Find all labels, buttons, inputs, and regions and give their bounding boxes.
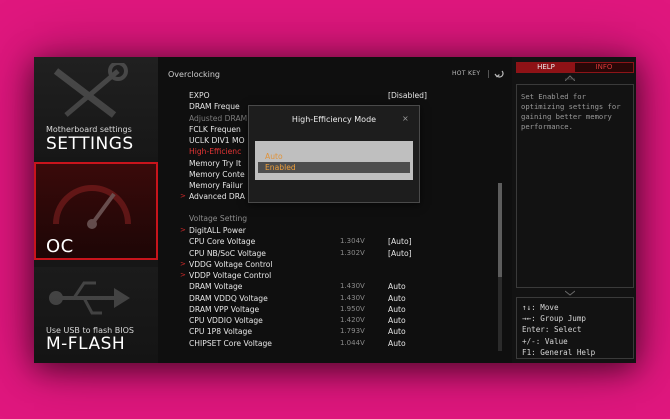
- option-auto[interactable]: Auto: [258, 151, 410, 162]
- chevron-up-icon: [565, 75, 575, 81]
- key-hint: →←: Group Jump: [522, 314, 587, 324]
- help-info-tabs: HELP INFO: [516, 62, 634, 73]
- setting-value: Auto: [388, 316, 406, 325]
- setting-reading: 1.044V: [340, 338, 365, 347]
- setting-label: CHIPSET Core Voltage: [189, 338, 272, 348]
- setting-label: High-Efficienc: [189, 147, 242, 157]
- key-hint: Enter: Select: [522, 325, 582, 335]
- section-voltage-heading: Voltage Setting: [189, 214, 248, 223]
- row-arrow-icon: >: [180, 192, 186, 201]
- gauge-icon: [53, 185, 131, 229]
- setting-row[interactable]: DRAM Voltage 1.430V Auto: [158, 281, 498, 292]
- bios-screen: Motherboard settings SETTINGS OC Use USB…: [34, 57, 636, 363]
- setting-label: EXPO: [189, 91, 210, 100]
- nav-oc[interactable]: OC: [34, 162, 158, 260]
- settings-title: SETTINGS: [46, 134, 134, 154]
- setting-label: VDDG Voltage Control: [189, 259, 273, 269]
- setting-label: Memory Conte: [189, 169, 245, 179]
- setting-row[interactable]: CPU NB/SoC Voltage 1.302V [Auto]: [158, 248, 498, 259]
- row-arrow-icon: >: [180, 226, 186, 234]
- setting-value: [Auto]: [388, 237, 412, 247]
- setting-label: CPU NB/SoC Voltage: [189, 248, 266, 258]
- setting-label: Advanced DRA: [189, 192, 245, 202]
- main-panel: Overclocking HOT KEY | EXPO [Disabled] DRA…: [158, 57, 512, 363]
- key-hint: ↑↓: Move: [522, 303, 559, 312]
- setting-label: Adjusted DRAM: [189, 113, 248, 123]
- setting-row[interactable]: EXPO [Disabled]: [158, 90, 498, 101]
- setting-label: CPU 1P8 Voltage: [189, 327, 252, 337]
- setting-label: Memory Failur: [189, 181, 243, 190]
- setting-label: Memory Try It: [189, 158, 242, 168]
- setting-row[interactable]: CPU VDDIO Voltage 1.420V Auto: [158, 315, 498, 326]
- chevron-down-icon: [565, 290, 575, 296]
- setting-row[interactable]: > VDDG Voltage Control: [158, 259, 498, 270]
- nav-mflash[interactable]: Use USB to flash BIOS M-FLASH: [34, 267, 158, 363]
- hotkey-separator: |: [487, 69, 490, 78]
- setting-label: CPU VDDIO Voltage: [189, 316, 263, 325]
- hotkey-label[interactable]: HOT KEY: [452, 70, 480, 77]
- setting-reading: 1.420V: [340, 316, 365, 324]
- high-efficiency-mode-dialog: High-Efficiency Mode × Auto Enabled: [248, 105, 420, 203]
- key-hint: +/-: Value: [522, 336, 568, 346]
- setting-row[interactable]: > VDDP Voltage Control: [158, 270, 498, 281]
- setting-label: VDDP Voltage Control: [189, 271, 272, 280]
- dialog-title: High-Efficiency Mode: [291, 115, 377, 124]
- setting-value: Auto: [388, 304, 406, 314]
- setting-label: CPU Core Voltage: [189, 237, 256, 247]
- setting-row[interactable]: DRAM VDDQ Voltage 1.430V Auto: [158, 293, 498, 304]
- setting-reading: 1.304V: [340, 237, 365, 246]
- row-arrow-icon: >: [180, 259, 186, 268]
- setting-row[interactable]: CPU Core Voltage 1.304V [Auto]: [158, 236, 498, 247]
- setting-value: [Auto]: [388, 248, 412, 258]
- setting-row[interactable]: CHIPSET Core Voltage 1.044V Auto: [158, 338, 498, 349]
- oc-title: OC: [46, 236, 74, 257]
- nav-settings[interactable]: Motherboard settings SETTINGS: [34, 57, 158, 157]
- option-enabled[interactable]: Enabled: [258, 162, 410, 173]
- scrollbar-thumb[interactable]: [498, 183, 502, 277]
- settings-subtitle: Motherboard settings: [46, 125, 132, 134]
- setting-row[interactable]: DRAM VPP Voltage 1.950V Auto: [158, 304, 498, 315]
- key-hint: F1: General Help: [522, 347, 596, 357]
- setting-label: UCLK DIV1 MO: [189, 136, 245, 145]
- setting-value: Auto: [388, 282, 406, 292]
- right-panel: HELP INFO Set Enabled for optimizing set…: [512, 57, 636, 363]
- sidebar: Motherboard settings SETTINGS OC Use USB…: [34, 57, 158, 363]
- tools-icon: [53, 63, 128, 118]
- dialog-options-list: Auto Enabled: [255, 141, 413, 180]
- setting-reading: 1.793V: [340, 327, 365, 336]
- setting-reading: 1.430V: [340, 293, 365, 302]
- tab-info[interactable]: INFO: [575, 63, 633, 72]
- help-text: Set Enabled for optimizing settings for …: [521, 92, 621, 131]
- close-icon[interactable]: ×: [402, 114, 409, 123]
- setting-label: DRAM VPP Voltage: [189, 304, 260, 314]
- setting-label: DRAM VDDQ Voltage: [189, 293, 268, 303]
- setting-reading: 1.430V: [340, 282, 365, 291]
- setting-label: DigitALL Power: [189, 226, 246, 235]
- tab-help[interactable]: HELP: [517, 63, 575, 72]
- setting-value: Auto: [388, 338, 406, 348]
- setting-row[interactable]: CPU 1P8 Voltage 1.793V Auto: [158, 326, 498, 337]
- setting-value: Auto: [388, 327, 406, 337]
- setting-value: Auto: [388, 293, 406, 303]
- setting-value: [Disabled]: [388, 91, 427, 100]
- setting-reading: 1.950V: [340, 304, 365, 313]
- setting-row[interactable]: > DigitALL Power: [158, 225, 498, 236]
- keys-legend: ↑↓: Move →←: Group Jump Enter: Select +/-: …: [522, 302, 595, 358]
- setting-label: DRAM Freque: [189, 102, 240, 112]
- usb-icon: [49, 281, 130, 315]
- row-arrow-icon: >: [180, 271, 186, 279]
- mflash-title: M-FLASH: [46, 334, 126, 354]
- back-icon[interactable]: [494, 68, 504, 78]
- setting-label: DRAM Voltage: [189, 282, 243, 292]
- setting-reading: 1.302V: [340, 248, 365, 257]
- page-title: Overclocking: [168, 70, 220, 79]
- setting-label: FCLK Frequen: [189, 124, 241, 134]
